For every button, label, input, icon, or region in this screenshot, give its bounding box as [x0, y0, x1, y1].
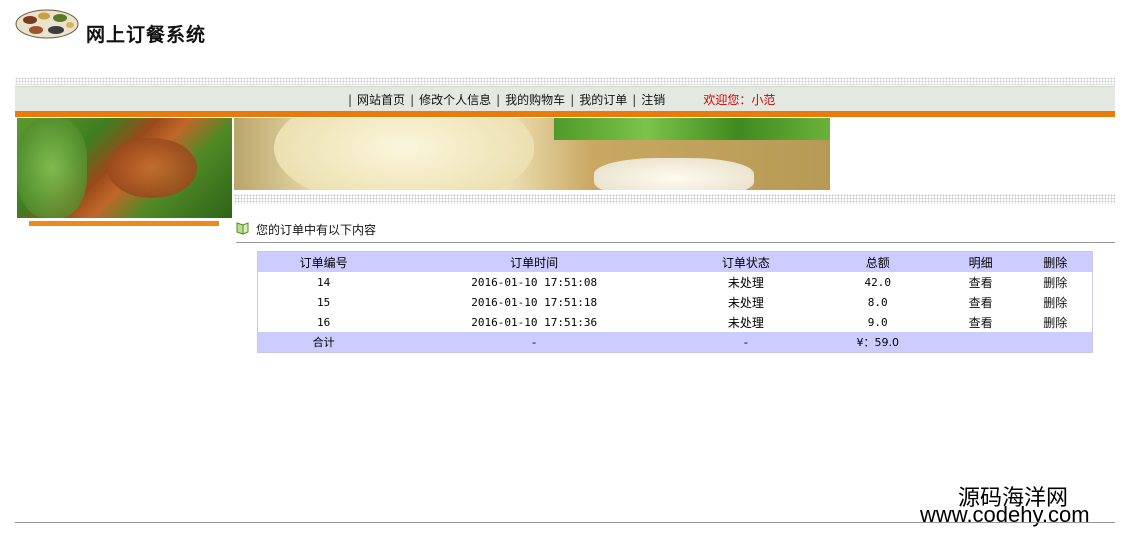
footer-divider — [15, 522, 1115, 523]
col-header-order-id: 订单编号 — [299, 255, 348, 270]
order-status: 未处理 — [727, 315, 764, 330]
total-status-placeholder: - — [743, 335, 748, 349]
table-total-row: 合计 - - ¥：59.0 — [257, 332, 1093, 353]
order-time: 2016-01-10 17:51:08 — [471, 275, 598, 289]
accent-bar — [15, 111, 1115, 117]
view-detail-link[interactable]: 查看 — [969, 276, 993, 290]
nav-home-link[interactable]: 网站首页 — [357, 93, 405, 107]
food-banner-image-left — [17, 118, 232, 218]
order-id: 15 — [317, 295, 331, 309]
total-time-placeholder: - — [532, 335, 537, 349]
order-time: 2016-01-10 17:51:36 — [471, 315, 598, 329]
col-header-delete: 删除 — [1043, 255, 1068, 270]
food-banner-image-main — [234, 118, 830, 190]
order-total: 42.0 — [864, 275, 891, 289]
order-total: 9.0 — [867, 315, 888, 329]
table-header-row: 订单编号 订单时间 订单状态 总额 明细 删除 — [257, 251, 1093, 272]
view-detail-link[interactable]: 查看 — [969, 296, 993, 310]
food-plate-logo-icon — [15, 9, 79, 39]
site-title: 网上订餐系统 — [86, 24, 207, 46]
order-total: 8.0 — [867, 295, 888, 309]
col-header-order-time: 订单时间 — [510, 255, 559, 270]
orders-table: 订单编号 订单时间 订单状态 总额 明细 删除 14 2016-01-10 17… — [257, 251, 1093, 353]
delete-order-link[interactable]: 删除 — [1043, 296, 1067, 310]
delete-order-link[interactable]: 删除 — [1043, 316, 1067, 330]
top-nav-bar: | 网站首页 | 修改个人信息 | 我的购物车 | 我的订单 | 注销 欢迎您：小范 — [15, 86, 1115, 111]
order-status: 未处理 — [727, 295, 764, 310]
nav-my-orders-link[interactable]: 我的订单 — [579, 93, 627, 107]
nav-edit-profile-link[interactable]: 修改个人信息 — [419, 93, 491, 107]
dotted-divider — [234, 194, 1115, 204]
total-label: 合计 — [312, 336, 335, 349]
section-title: 您的订单中有以下内容 — [256, 223, 377, 237]
table-row: 14 2016-01-10 17:51:08 未处理 42.0 查看 删除 — [258, 272, 1093, 292]
sidebar-accent-bar — [29, 221, 219, 226]
order-id: 14 — [317, 275, 331, 289]
grand-total: ¥：59.0 — [856, 336, 899, 349]
watermark-url: www.codehy.com — [920, 502, 1090, 527]
order-time: 2016-01-10 17:51:18 — [471, 295, 598, 309]
col-header-total: 总额 — [865, 255, 890, 270]
col-header-order-status: 订单状态 — [721, 255, 770, 270]
delete-order-link[interactable]: 删除 — [1043, 276, 1067, 290]
section-divider — [236, 242, 1115, 243]
col-header-detail: 明细 — [968, 255, 993, 270]
view-detail-link[interactable]: 查看 — [969, 316, 993, 330]
book-icon — [236, 222, 249, 235]
welcome-text: 欢迎您：小范 — [703, 93, 776, 107]
nav-cart-link[interactable]: 我的购物车 — [505, 93, 565, 107]
order-id: 16 — [317, 315, 331, 329]
dotted-divider — [15, 77, 1115, 85]
table-row: 16 2016-01-10 17:51:36 未处理 9.0 查看 删除 — [258, 312, 1093, 332]
table-row: 15 2016-01-10 17:51:18 未处理 8.0 查看 删除 — [258, 292, 1093, 312]
order-status: 未处理 — [727, 275, 764, 290]
nav-logout-link[interactable]: 注销 — [641, 93, 665, 107]
